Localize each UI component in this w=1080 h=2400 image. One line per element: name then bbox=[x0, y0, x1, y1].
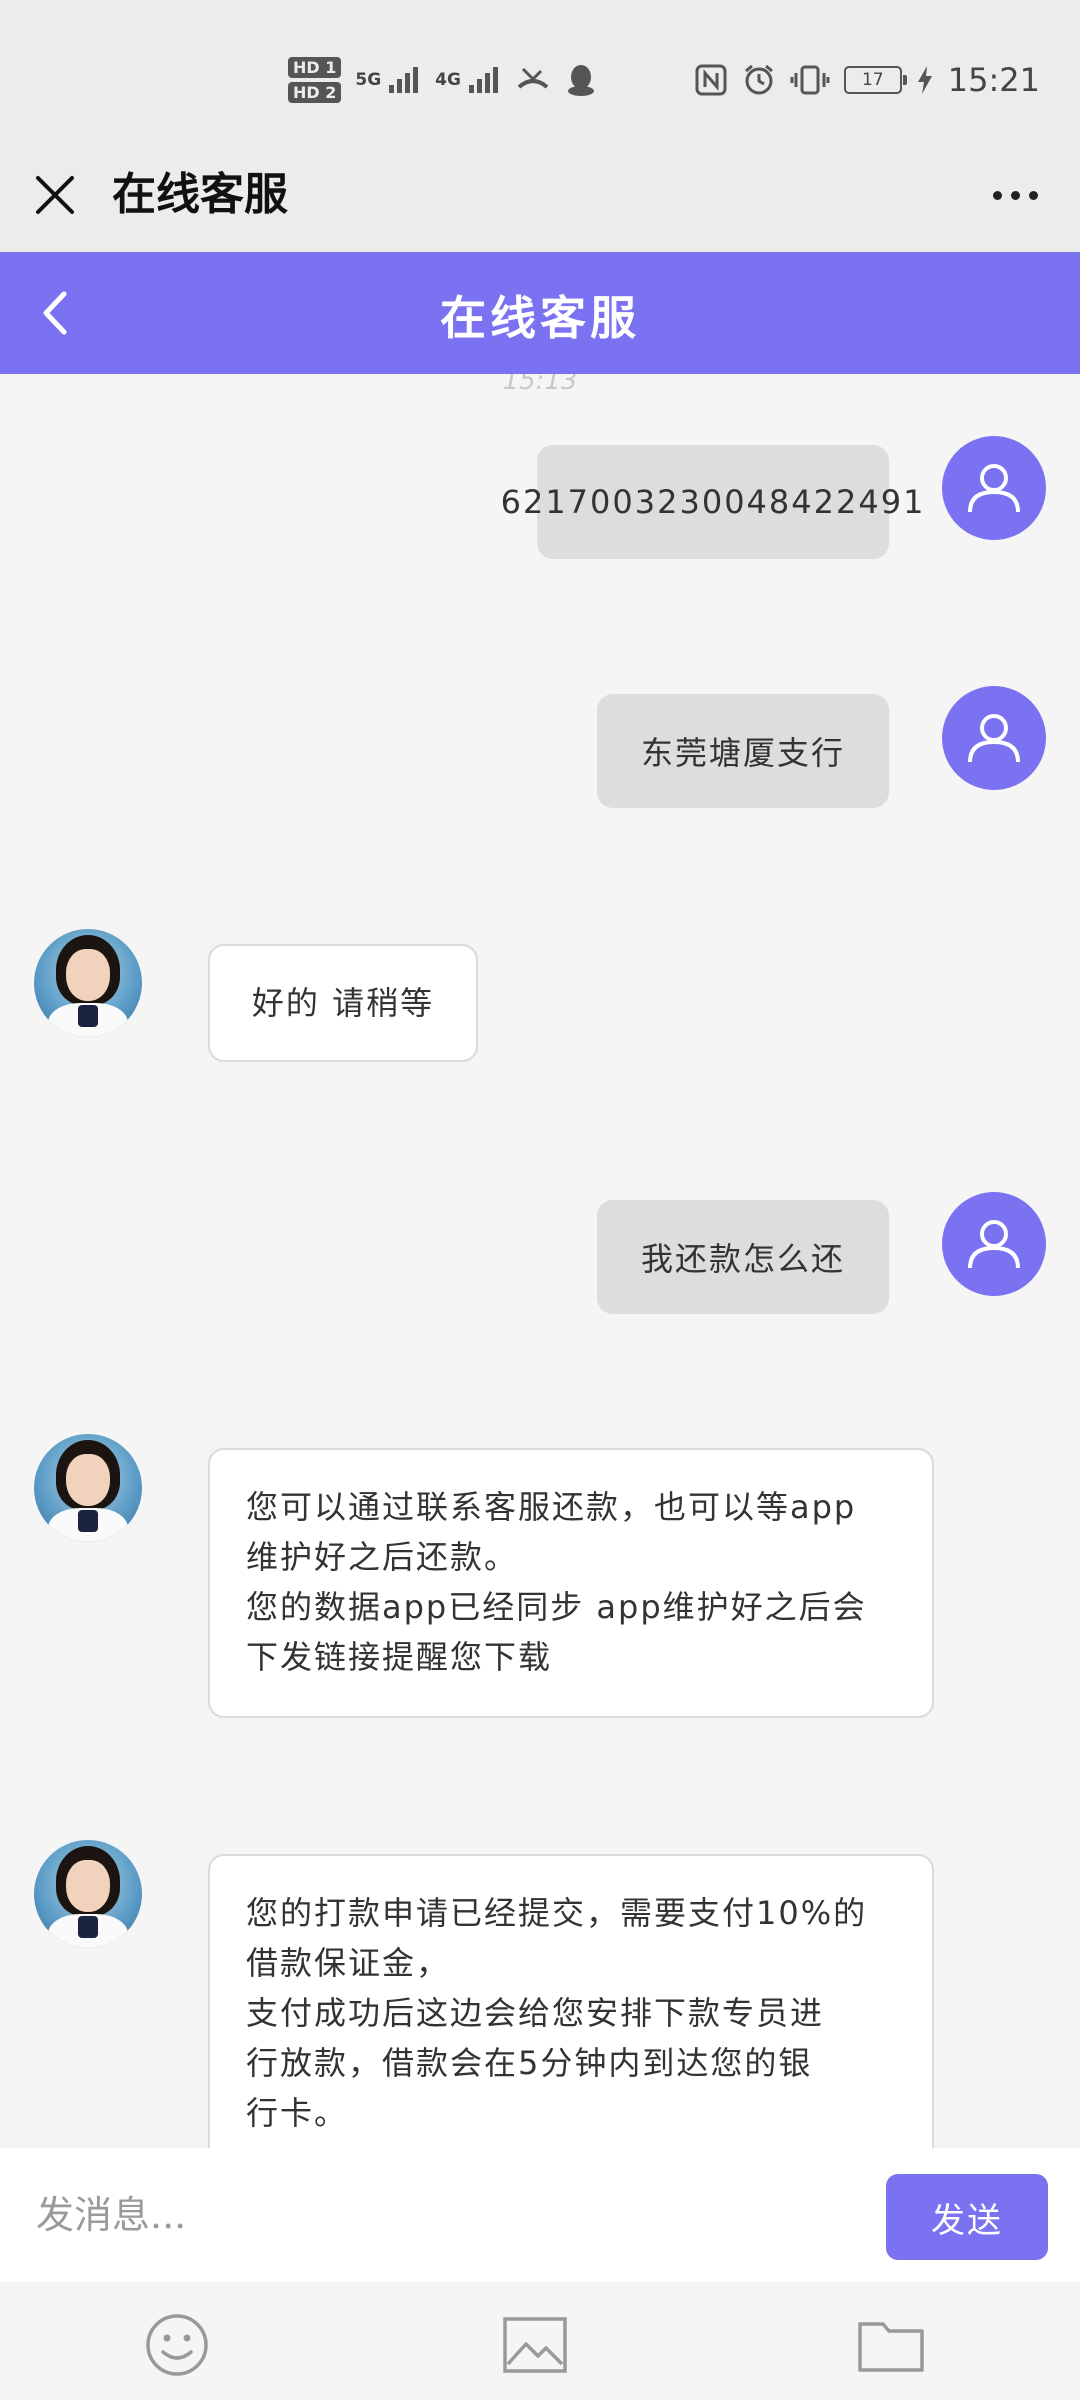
emoji-button[interactable] bbox=[142, 2310, 212, 2380]
user-avatar bbox=[942, 686, 1046, 790]
user-avatar-icon bbox=[968, 1220, 1020, 1269]
message-line: 借款保证金， bbox=[246, 1944, 451, 1982]
agent-message-bubble[interactable]: 您可以通过联系客服还款，也可以等app 维护好之后还款。 您的数据app已经同步… bbox=[208, 1448, 934, 1718]
network-label-1: 5G bbox=[355, 70, 382, 90]
vibrate-icon bbox=[790, 65, 830, 95]
missed-call-icon bbox=[517, 67, 549, 89]
charging-icon bbox=[917, 66, 932, 94]
message-line: 您可以通过联系客服还款，也可以等app bbox=[246, 1488, 857, 1526]
image-icon bbox=[503, 2317, 567, 2373]
status-right: 17 15:21 bbox=[694, 50, 1040, 110]
message-line: 您的打款申请已经提交，需要支付10%的 bbox=[246, 1894, 868, 1932]
status-time: 15:21 bbox=[947, 61, 1040, 99]
bottom-toolbar bbox=[0, 2282, 1080, 2400]
status-bar: HD 1 HD 2 5G 4G 17 15:21 bbox=[0, 0, 1080, 150]
webview-title-bar: 在线客服 bbox=[0, 150, 1080, 252]
window-title: 在线客服 bbox=[112, 169, 288, 220]
battery-indicator: 17 bbox=[843, 66, 907, 94]
agent-avatar bbox=[34, 1840, 142, 1948]
qq-icon bbox=[567, 65, 594, 96]
image-button[interactable] bbox=[500, 2310, 570, 2380]
signal-icon bbox=[468, 67, 498, 93]
nfc-icon bbox=[695, 64, 727, 96]
chat-area[interactable]: 15:13 6217003230048422491 东莞塘厦支行 好的 请稍等 … bbox=[0, 374, 1080, 2148]
message-line: 支付成功后这边会给您安排下款专员进 bbox=[246, 1994, 825, 2032]
folder-button[interactable] bbox=[856, 2310, 926, 2380]
user-message-bubble[interactable]: 我还款怎么还 bbox=[597, 1200, 889, 1314]
network-label-2: 4G bbox=[435, 70, 461, 90]
agent-message-bubble[interactable]: 好的 请稍等 bbox=[208, 944, 478, 1062]
user-avatar bbox=[942, 436, 1046, 540]
user-avatar-icon bbox=[968, 464, 1020, 513]
message-input[interactable] bbox=[34, 2184, 838, 2246]
send-button[interactable]: 发送 bbox=[886, 2174, 1048, 2260]
more-icon bbox=[992, 190, 1002, 200]
more-button[interactable] bbox=[980, 170, 1050, 220]
chat-header: 在线客服 bbox=[0, 252, 1080, 374]
message-line: 下发链接提醒您下载 bbox=[246, 1638, 553, 1676]
message-line: 您的数据app已经同步 app维护好之后会 bbox=[246, 1588, 867, 1626]
agent-avatar bbox=[34, 929, 142, 1037]
hd1-badge: HD 1 bbox=[288, 57, 342, 78]
message-input-bar: 发送 bbox=[0, 2148, 1080, 2282]
agent-message-bubble[interactable]: 您的打款申请已经提交，需要支付10%的 借款保证金， 支付成功后这边会给您安排下… bbox=[208, 1854, 934, 2148]
chat-timestamp: 15:13 bbox=[502, 374, 578, 396]
message-line: 维护好之后还款。 bbox=[246, 1538, 519, 1576]
close-button[interactable] bbox=[30, 170, 80, 220]
emoji-icon bbox=[146, 2314, 208, 2376]
hd2-badge: HD 2 bbox=[288, 82, 342, 103]
alarm-icon bbox=[744, 64, 773, 95]
folder-icon bbox=[858, 2322, 924, 2372]
user-message-bubble[interactable]: 东莞塘厦支行 bbox=[597, 694, 889, 808]
message-line: 行放款，借款会在5分钟内到达您的银 bbox=[246, 2044, 813, 2082]
hd-indicators: HD 1 HD 2 bbox=[288, 57, 342, 103]
user-avatar-icon bbox=[968, 714, 1020, 763]
status-left: HD 1 HD 2 5G 4G bbox=[288, 50, 597, 110]
close-icon bbox=[36, 176, 74, 214]
message-line: 行卡。 bbox=[246, 2094, 349, 2132]
user-message-bubble[interactable]: 6217003230048422491 bbox=[501, 445, 923, 559]
signal-icon bbox=[389, 67, 419, 93]
user-avatar bbox=[942, 1192, 1046, 1296]
page-title: 在线客服 bbox=[440, 291, 640, 345]
agent-avatar bbox=[34, 1434, 142, 1542]
